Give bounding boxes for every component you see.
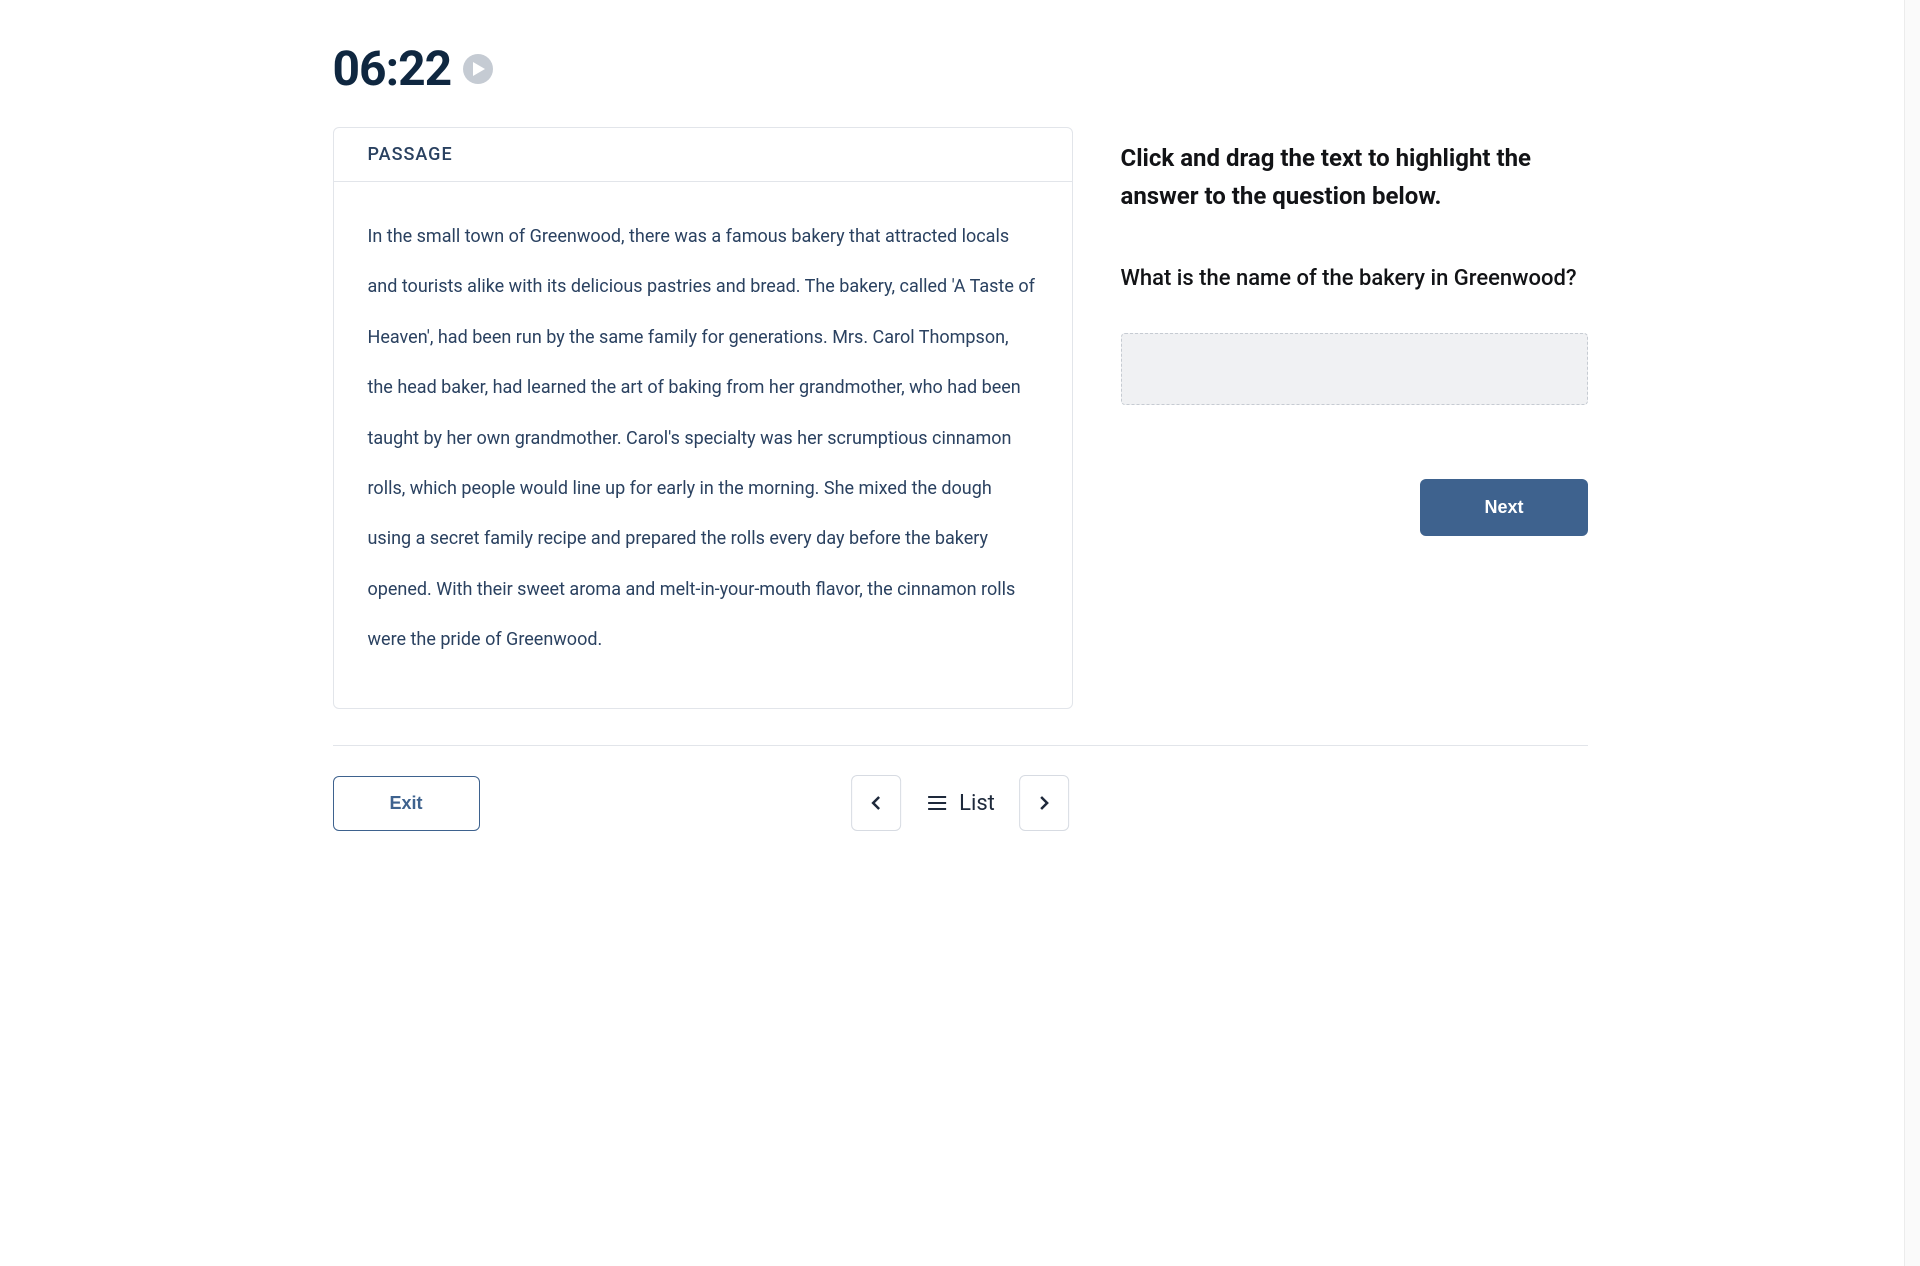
- scrollbar[interactable]: [1904, 0, 1920, 1266]
- next-button[interactable]: Next: [1420, 479, 1587, 536]
- play-icon: [473, 62, 485, 76]
- nav-center: List: [851, 775, 1069, 831]
- footer-divider: [333, 745, 1588, 746]
- page-container: 06:22 PASSAGE In the small town of Green…: [283, 0, 1638, 861]
- footer-row: Exit List: [333, 776, 1588, 831]
- next-nav-button[interactable]: [1019, 775, 1069, 831]
- question-panel: Click and drag the text to highlight the…: [1121, 127, 1588, 536]
- chevron-right-icon: [1036, 795, 1052, 811]
- list-label: List: [959, 791, 995, 816]
- list-icon: [925, 791, 949, 815]
- chevron-left-icon: [868, 795, 884, 811]
- timer-display: 06:22: [333, 40, 452, 97]
- passage-label: PASSAGE: [334, 128, 1072, 182]
- passage-panel: PASSAGE In the small town of Greenwood, …: [333, 127, 1073, 709]
- answer-dropzone[interactable]: [1121, 333, 1588, 405]
- list-button[interactable]: List: [919, 791, 1001, 816]
- next-row: Next: [1121, 479, 1588, 536]
- prev-button[interactable]: [851, 775, 901, 831]
- timer-row: 06:22: [333, 40, 1588, 97]
- instruction-text: Click and drag the text to highlight the…: [1121, 139, 1588, 216]
- exit-button[interactable]: Exit: [333, 776, 480, 831]
- question-text: What is the name of the bakery in Greenw…: [1121, 266, 1588, 291]
- play-button[interactable]: [463, 54, 493, 84]
- main-content-row: PASSAGE In the small town of Greenwood, …: [333, 127, 1588, 709]
- passage-text[interactable]: In the small town of Greenwood, there wa…: [334, 182, 1072, 708]
